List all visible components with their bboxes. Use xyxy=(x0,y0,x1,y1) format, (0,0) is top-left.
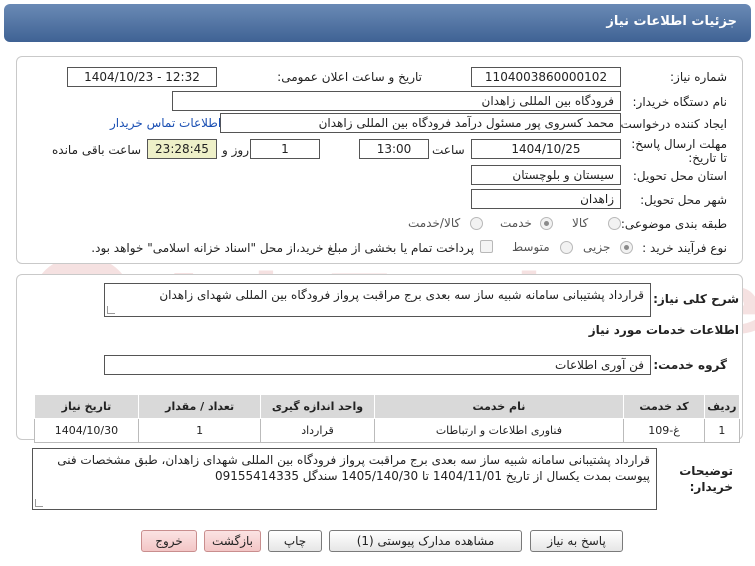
col-header-need-date: تاریخ نیاز xyxy=(34,394,139,419)
remaining-time-field: 23:28:45 xyxy=(147,139,217,159)
announce-label: تاریخ و ساعت اعلان عمومی: xyxy=(277,70,422,84)
process-label: نوع فرآیند خرید : xyxy=(642,241,727,255)
treasury-payment-checkbox[interactable] xyxy=(480,240,493,253)
creator-label: ایجاد کننده درخواست: xyxy=(616,117,727,131)
page-title: جزئیات اطلاعات نیاز xyxy=(606,14,737,29)
buyer-notes-textarea[interactable]: قرارداد پشتیبانی سامانه شبیه ساز سه بعدی… xyxy=(32,448,657,510)
exit-button[interactable]: خروج xyxy=(141,530,197,552)
category-option-goods-service: کالا/خدمت xyxy=(408,216,461,230)
cell-need-date: 1404/10/30 xyxy=(34,418,139,443)
page-header: جزئیات اطلاعات نیاز xyxy=(4,4,751,42)
summary-text: قرارداد پشتیبانی سامانه شبیه ساز سه بعدی… xyxy=(159,288,644,302)
deadline-label: مهلت ارسال پاسخ: تا تاریخ: xyxy=(631,137,727,165)
reply-button[interactable]: پاسخ به نیاز xyxy=(530,530,623,552)
category-radio-goods[interactable] xyxy=(608,217,621,230)
cell-unit: قرارداد xyxy=(260,418,375,443)
view-attachments-button[interactable]: مشاهده مدارک پیوستی (1) xyxy=(329,530,522,552)
print-button[interactable]: چاپ xyxy=(268,530,322,552)
back-button[interactable]: بازگشت xyxy=(204,530,261,552)
treasury-payment-note: پرداخت تمام یا بخشی از مبلغ خرید،از محل … xyxy=(91,241,474,255)
cell-service-name: فناوری اطلاعات و ارتباطات xyxy=(373,418,625,443)
summary-label: شرح کلی نیاز: xyxy=(653,292,739,306)
buyer-notes-text: قرارداد پشتیبانی سامانه شبیه ساز سه بعدی… xyxy=(57,453,650,483)
service-group-field: فن آوری اطلاعات xyxy=(104,355,651,375)
city-label: شهر محل تحویل: xyxy=(640,193,727,207)
process-radio-medium[interactable] xyxy=(560,241,573,254)
process-radio-minor[interactable] xyxy=(620,241,633,254)
cell-service-code: غ-109 xyxy=(623,418,705,443)
buyer-notes-label: توضیحات خریدار: xyxy=(679,464,733,494)
remaining-label: ساعت باقی مانده xyxy=(52,143,142,157)
category-option-service: خدمت xyxy=(500,216,532,230)
col-header-service-code: کد خدمت xyxy=(623,394,705,419)
buyer-contact-link[interactable]: اطلاعات تماس خریدار xyxy=(110,116,221,130)
services-section-title: اطلاعات خدمات مورد نیاز xyxy=(588,323,739,337)
announce-date-field: 1404/10/23 - 12:32 xyxy=(67,67,217,87)
buyer-label: نام دستگاه خریدار: xyxy=(632,95,728,109)
category-radio-service[interactable] xyxy=(540,217,553,230)
col-header-service-name: نام خدمت xyxy=(373,394,625,419)
deadline-time-field: 13:00 xyxy=(359,139,429,159)
resize-handle[interactable] xyxy=(107,306,115,314)
cell-quantity: 1 xyxy=(137,418,262,443)
table-header-row: ردیف کد خدمت نام خدمت واحد اندازه گیری ت… xyxy=(34,394,741,419)
process-option-minor: جزیی xyxy=(583,240,611,254)
category-option-goods: کالا xyxy=(572,216,589,230)
table-row: 1 غ-109 فناوری اطلاعات و ارتباطات قراردا… xyxy=(34,418,741,443)
category-label: طبقه بندی موضوعی: xyxy=(620,217,727,231)
service-group-label: گروه خدمت: xyxy=(653,358,727,372)
process-option-medium: متوسط xyxy=(512,240,550,254)
deadline-time-label: ساعت xyxy=(432,143,465,157)
summary-textarea[interactable]: قرارداد پشتیبانی سامانه شبیه ساز سه بعدی… xyxy=(104,283,651,317)
col-header-unit: واحد اندازه گیری xyxy=(260,394,375,419)
cell-row-number: 1 xyxy=(703,418,741,443)
col-header-row-number: ردیف xyxy=(703,394,741,419)
days-label: روز و xyxy=(222,143,249,157)
creator-field: محمد کسروی پور مسئول درآمد فرودگاه بین ا… xyxy=(220,113,621,133)
province-label: استان محل تحویل: xyxy=(632,169,727,183)
category-radio-goods-service[interactable] xyxy=(470,217,483,230)
days-remaining-field: 1 xyxy=(250,139,320,159)
buyer-field: فرودگاه بین المللی زاهدان xyxy=(172,91,621,111)
need-number-label: شماره نیاز: xyxy=(670,70,727,84)
province-field: سیستان و بلوچستان xyxy=(471,165,621,185)
need-number-field: 1104003860000102 xyxy=(471,67,621,87)
col-header-quantity: تعداد / مقدار xyxy=(137,394,262,419)
services-table: ردیف کد خدمت نام خدمت واحد اندازه گیری ت… xyxy=(34,394,741,443)
resize-handle[interactable] xyxy=(35,499,43,507)
deadline-date-field: 1404/10/25 xyxy=(471,139,621,159)
city-field: زاهدان xyxy=(471,189,621,209)
